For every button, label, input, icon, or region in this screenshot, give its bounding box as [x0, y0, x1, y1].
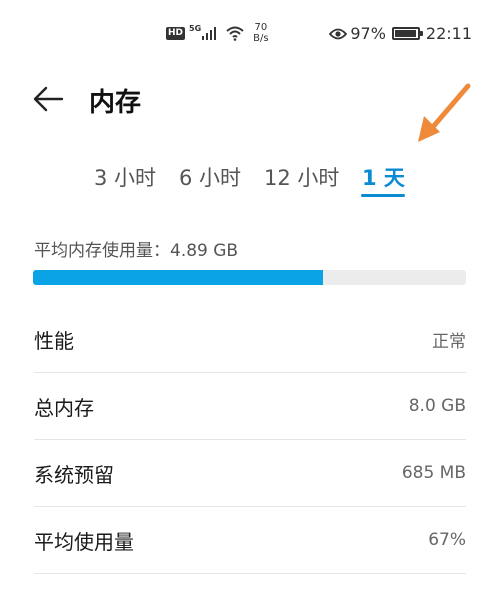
back-button[interactable] — [32, 82, 66, 116]
row-label: 总内存 — [34, 395, 94, 420]
network-speed: 70 B/s — [253, 22, 268, 44]
page-title: 内存 — [89, 88, 142, 118]
memory-info-list: 性能 正常 总内存 8.0 GB 系统预留 685 MB 平均使用量 67% — [34, 306, 466, 574]
tab-3-hours[interactable]: 3 小时 — [94, 162, 156, 192]
tab-1-day[interactable]: 1 天 — [362, 162, 405, 192]
time-range-tabs: 3 小时 6 小时 12 小时 1 天 — [0, 158, 500, 204]
status-bar: HD 5G 70 B/s 97% 22:11 — [0, 0, 500, 72]
selected-tab-indicator — [361, 194, 405, 197]
wifi-icon — [226, 26, 244, 41]
row-system-reserved: 系统预留 685 MB — [34, 440, 466, 507]
status-bar-left: HD 5G 70 B/s — [166, 22, 269, 44]
battery-fill — [394, 30, 417, 37]
row-label: 平均使用量 — [34, 529, 134, 554]
arrow-left-icon — [33, 86, 64, 112]
status-bar-right: 97% 22:11 — [329, 24, 472, 43]
row-label: 系统预留 — [34, 462, 114, 487]
tab-6-hours[interactable]: 6 小时 — [179, 162, 241, 192]
arrow-annotation-icon — [410, 80, 480, 154]
battery-percent: 97% — [350, 24, 386, 43]
network-type: 5G — [189, 23, 202, 33]
row-label: 性能 — [34, 328, 74, 353]
battery-icon — [391, 27, 423, 40]
memory-usage-bar — [33, 270, 466, 285]
row-total-memory: 总内存 8.0 GB — [34, 373, 466, 440]
row-value: 正常 — [432, 331, 466, 352]
average-memory-label: 平均内存使用量：4.89 GB — [34, 241, 239, 261]
memory-usage-fill — [33, 270, 324, 285]
row-average-usage: 平均使用量 67% — [34, 507, 466, 574]
row-value: 67% — [428, 530, 466, 550]
row-value: 685 MB — [401, 463, 466, 483]
speed-value: 70 — [254, 22, 268, 33]
speed-unit: B/s — [253, 33, 269, 44]
row-value: 8.0 GB — [408, 396, 466, 416]
eye-icon — [329, 28, 348, 39]
row-performance: 性能 正常 — [34, 306, 466, 373]
hd-icon: HD — [166, 26, 186, 40]
tab-12-hours[interactable]: 12 小时 — [264, 162, 339, 192]
signal-icon — [202, 27, 217, 40]
clock: 22:11 — [425, 24, 472, 43]
